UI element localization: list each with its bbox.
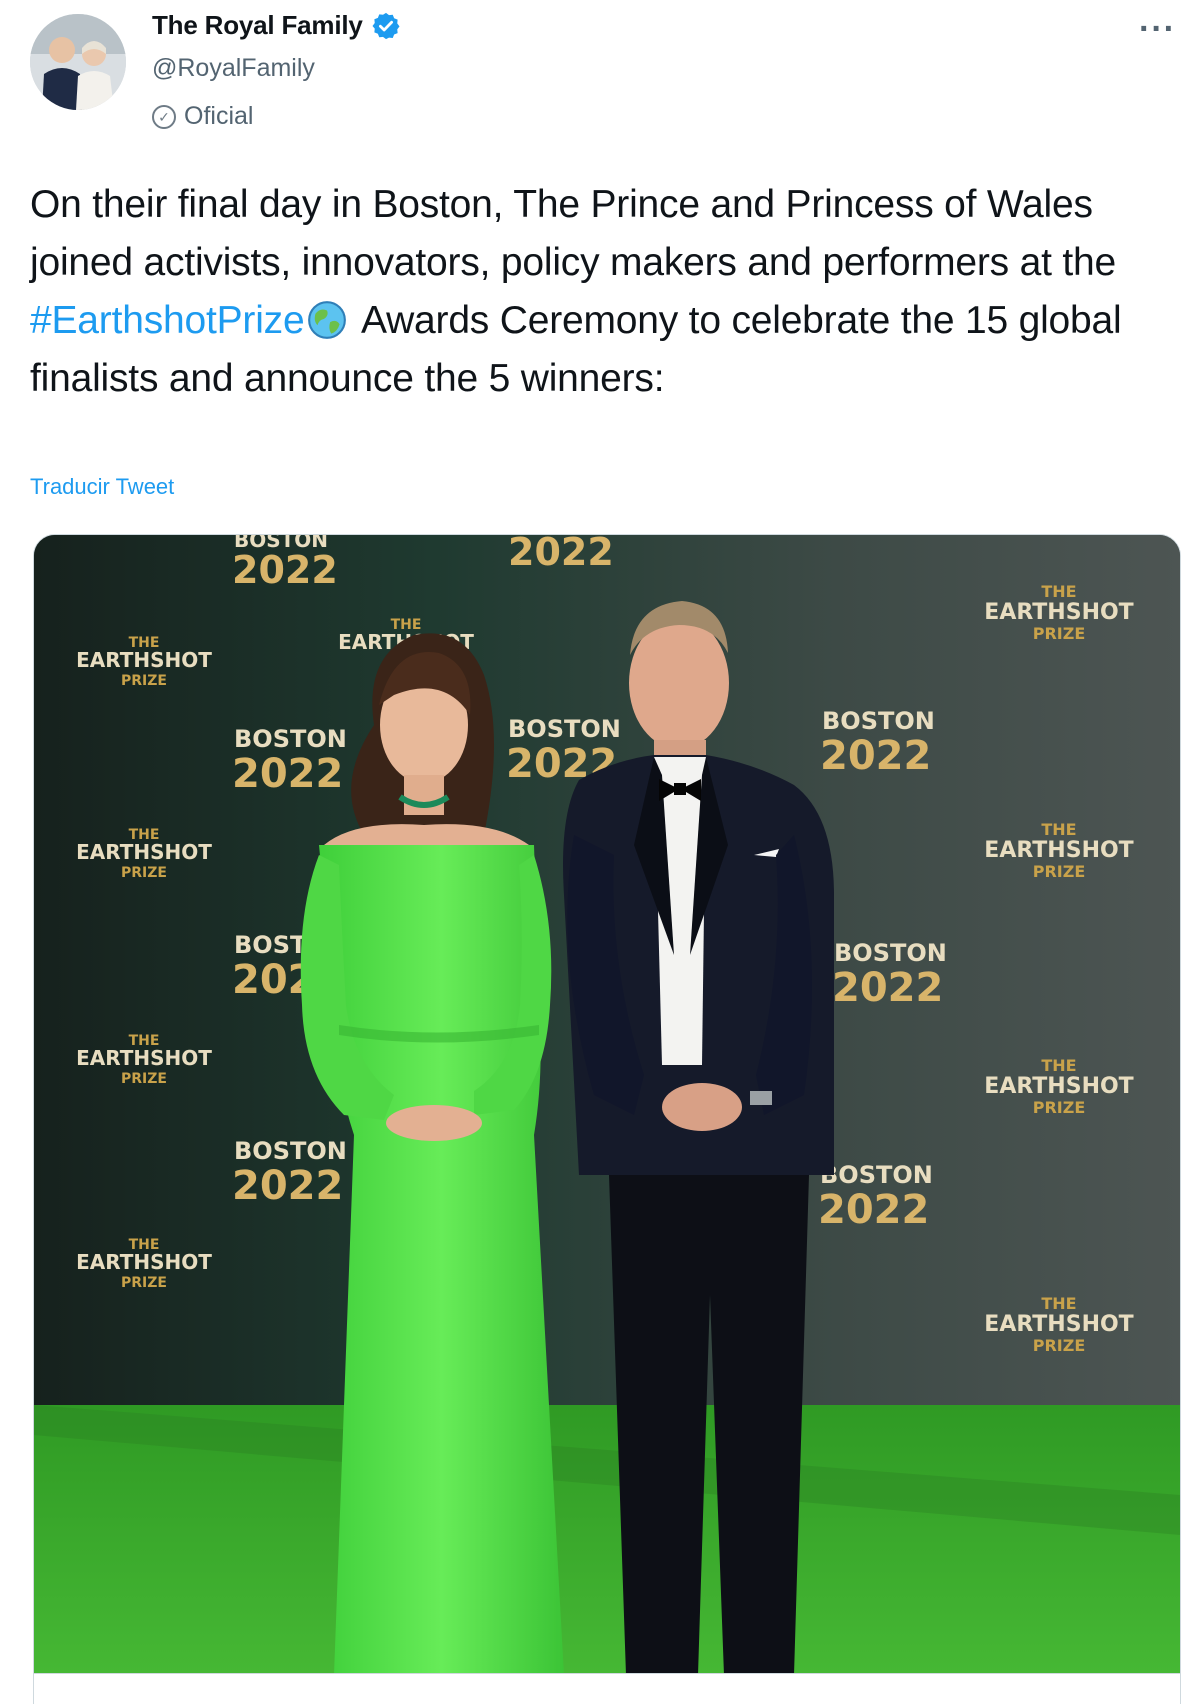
svg-text:2022: 2022 xyxy=(232,751,343,797)
official-label: Oficial xyxy=(184,102,254,130)
svg-text:2022: 2022 xyxy=(832,965,943,1011)
svg-text:EARTHSHOT: EARTHSHOT xyxy=(76,1250,212,1274)
svg-text:EARTHSHOT: EARTHSHOT xyxy=(984,1074,1133,1099)
svg-text:2022: 2022 xyxy=(820,733,931,779)
svg-text:THE: THE xyxy=(1041,1294,1076,1313)
svg-text:EARTHSHOT: EARTHSHOT xyxy=(984,1312,1133,1337)
svg-text:BOSTON: BOSTON xyxy=(508,715,621,743)
svg-text:PRIZE: PRIZE xyxy=(1033,1336,1086,1355)
svg-text:BOSTON: BOSTON xyxy=(234,1137,347,1165)
tweet-photo[interactable]: THE EARTHSHOT PRIZE THE EARTHSHOT PRIZE … xyxy=(33,534,1181,1674)
svg-text:PRIZE: PRIZE xyxy=(121,865,167,881)
svg-text:PRIZE: PRIZE xyxy=(121,673,167,689)
svg-text:2022: 2022 xyxy=(232,1163,343,1209)
backdrop-boston: BOSTON 2022 xyxy=(232,535,338,592)
svg-text:EARTHSHOT: EARTHSHOT xyxy=(984,838,1133,863)
svg-text:2022: 2022 xyxy=(818,1187,929,1233)
avatar[interactable] xyxy=(30,14,126,110)
backdrop-boston: BOSTON 2022 xyxy=(820,707,935,779)
svg-text:PRIZE: PRIZE xyxy=(121,1275,167,1291)
backdrop-boston: BOSTON 2022 xyxy=(232,725,347,797)
avatar-image xyxy=(30,14,126,110)
svg-text:2022: 2022 xyxy=(508,535,614,574)
tweet-text: On their final day in Boston, The Prince… xyxy=(30,176,1180,408)
svg-text:BOSTON: BOSTON xyxy=(834,939,947,967)
photo-scene: THE EARTHSHOT PRIZE THE EARTHSHOT PRIZE … xyxy=(34,535,1180,1673)
handle[interactable]: @RoyalFamily xyxy=(152,54,315,83)
svg-text:BOSTON: BOSTON xyxy=(822,707,935,735)
name-row: The Royal Family xyxy=(152,10,401,41)
svg-text:EARTHSHOT: EARTHSHOT xyxy=(76,1046,212,1070)
svg-text:THE: THE xyxy=(1041,820,1076,839)
svg-text:BOSTON: BOSTON xyxy=(234,725,347,753)
display-name[interactable]: The Royal Family xyxy=(152,10,363,41)
svg-text:EARTHSHOT: EARTHSHOT xyxy=(76,648,212,672)
backdrop-boston: BOSTON 2022 xyxy=(832,939,947,1011)
official-label-row: ✓ Oficial xyxy=(152,102,253,131)
earth-globe-icon xyxy=(308,301,347,339)
svg-text:EARTHSHOT: EARTHSHOT xyxy=(984,600,1133,625)
official-icon: ✓ xyxy=(152,104,176,129)
verified-badge-icon xyxy=(372,12,400,39)
backdrop-year: 2022 xyxy=(508,535,614,574)
svg-text:2022: 2022 xyxy=(232,548,338,592)
backdrop-boston: BOSTON 2022 xyxy=(232,1137,347,1209)
svg-text:PRIZE: PRIZE xyxy=(1033,1098,1086,1117)
svg-text:PRIZE: PRIZE xyxy=(121,1071,167,1087)
svg-text:PRIZE: PRIZE xyxy=(1033,862,1086,881)
tweet-text-part-1: On their final day in Boston, The Prince… xyxy=(30,183,1116,284)
translate-tweet-link[interactable]: Traducir Tweet xyxy=(30,474,174,500)
tweet: The Royal Family @RoyalFamily ✓ Oficial … xyxy=(0,0,1200,1704)
svg-text:THE: THE xyxy=(1041,582,1076,601)
backdrop-boston: BOSTON 2022 xyxy=(818,1161,933,1233)
svg-text:BOSTON: BOSTON xyxy=(820,1161,933,1189)
svg-text:EARTHSHOT: EARTHSHOT xyxy=(76,840,212,864)
hashtag-link[interactable]: #EarthshotPrize xyxy=(30,299,305,342)
more-options-icon[interactable]: ··· xyxy=(1139,10,1176,49)
svg-text:THE: THE xyxy=(1041,1056,1076,1075)
photo-card-bottom xyxy=(33,1674,1181,1704)
svg-text:PRIZE: PRIZE xyxy=(1033,624,1086,643)
